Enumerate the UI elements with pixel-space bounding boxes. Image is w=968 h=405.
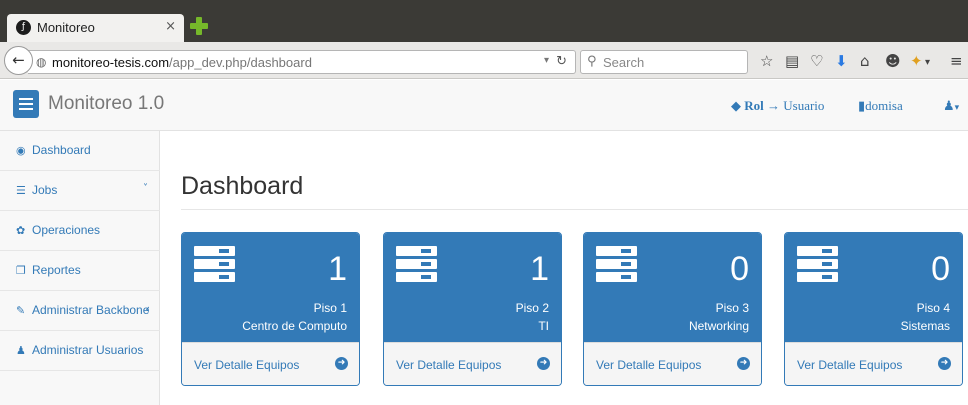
download-icon[interactable]: ⬇ <box>835 52 848 70</box>
back-arrow-icon: ← <box>12 51 25 69</box>
panel-heading: 1 Piso 2 TI <box>384 233 561 342</box>
history-dropdown-icon[interactable]: ▾ <box>544 55 549 66</box>
reading-list-icon[interactable]: ▤ <box>785 52 799 70</box>
tag-icon: ◆ <box>731 98 741 113</box>
chat-icon[interactable]: ☻ <box>885 52 901 70</box>
panel-heading: 0 Piso 4 Sistemas <box>785 233 962 342</box>
floor-label: Piso 2 <box>515 301 549 315</box>
panel-footer-link[interactable]: Ver Detalle Equipos ➜ <box>182 342 359 385</box>
floor-panel: 0 Piso 3 Networking Ver Detalle Equipos … <box>583 232 762 386</box>
symfony-favicon-icon: ƒ <box>16 20 31 35</box>
tab-title: Monitoreo <box>37 20 95 35</box>
extension-dropdown-icon[interactable]: ▾ <box>925 54 930 72</box>
view-details-link[interactable]: Ver Detalle Equipos <box>596 358 701 372</box>
area-label: Networking <box>688 319 749 333</box>
sidebar: ◉ Dashboard ☰ Jobs ˅ ✿ Operaciones ❐ Rep… <box>0 131 160 405</box>
wrench-icon: ✎ <box>16 304 26 317</box>
gear-icon: ✿ <box>16 224 26 237</box>
sidebar-item-dashboard[interactable]: ◉ Dashboard <box>0 131 160 171</box>
username: domisa <box>865 98 903 113</box>
user-icon: ♟ <box>16 344 26 357</box>
floor-panel: 1 Piso 1 Centro de Computo Ver Detalle E… <box>181 232 360 386</box>
chevron-left-icon: ‹ <box>145 302 150 316</box>
panel-heading: 0 Piso 3 Networking <box>584 233 761 342</box>
url-path: /app_dev.php/dashboard <box>169 55 312 70</box>
hamburger-line <box>19 103 33 105</box>
page-title: Dashboard <box>181 172 304 200</box>
search-placeholder: Search <box>603 55 645 70</box>
floor-panel: 0 Piso 4 Sistemas Ver Detalle Equipos ➜ <box>784 232 963 386</box>
user-menu-dropdown[interactable]: ♟▾ <box>943 98 959 114</box>
browser-menu-icon[interactable]: ≡ <box>950 52 963 70</box>
arrow-icon: → <box>767 98 780 113</box>
floor-panel: 1 Piso 2 TI Ver Detalle Equipos ➜ <box>383 232 562 386</box>
role-value: Usuario <box>783 98 825 113</box>
panel-footer-link[interactable]: Ver Detalle Equipos ➜ <box>785 342 962 385</box>
view-details-link[interactable]: Ver Detalle Equipos <box>396 358 501 372</box>
chevron-down-icon: ˅ <box>143 183 148 194</box>
url-host: monitoreo-tesis.com <box>52 55 170 70</box>
pocket-icon[interactable]: ♡ <box>810 52 823 70</box>
tab-close-icon[interactable]: × <box>165 19 176 34</box>
home-icon[interactable]: ⌂ <box>860 52 870 70</box>
search-icon: ⚲ <box>587 54 597 69</box>
user-icon: ♟ <box>943 98 955 113</box>
sidebar-item-label: Administrar Usuarios <box>32 343 144 357</box>
sidebar-item-reportes[interactable]: ❐ Reportes <box>0 251 160 291</box>
new-tab-plus-icon[interactable] <box>189 16 209 36</box>
floor-label: Piso 1 <box>313 301 347 315</box>
panel-heading: 1 Piso 1 Centro de Computo <box>182 233 359 342</box>
address-bar[interactable]: ◍ monitoreo-tesis.com/app_dev.php/dashbo… <box>28 50 576 74</box>
app-header: Monitoreo 1.0 ◆ Rol → Usuario ▮domisa ♟▾ <box>0 80 968 131</box>
sidebar-item-operaciones[interactable]: ✿ Operaciones <box>0 211 160 251</box>
bookmark-star-icon[interactable]: ☆ <box>760 52 773 70</box>
caret-down-icon: ▾ <box>954 102 960 112</box>
back-button[interactable]: ← <box>4 46 33 75</box>
list-icon: ☰ <box>16 184 26 197</box>
dashboard-icon: ◉ <box>16 144 26 157</box>
floor-label: Piso 4 <box>916 301 950 315</box>
sidebar-item-label: Reportes <box>32 263 81 277</box>
reload-icon[interactable]: ↻ <box>556 54 567 69</box>
arrow-circle-right-icon[interactable]: ➜ <box>537 357 550 370</box>
browser-search-field[interactable]: ⚲ Search <box>580 50 748 74</box>
arrow-circle-right-icon[interactable]: ➜ <box>737 357 750 370</box>
globe-icon: ◍ <box>36 55 47 69</box>
arrow-circle-right-icon[interactable]: ➜ <box>335 357 348 370</box>
arrow-circle-right-icon[interactable]: ➜ <box>938 357 951 370</box>
sidebar-item-label: Jobs <box>32 183 58 197</box>
role-label: Rol <box>744 98 764 113</box>
area-label: TI <box>538 319 549 333</box>
area-label: Centro de Computo <box>242 319 347 333</box>
sidebar-item-label: Administrar Backbone <box>32 303 150 317</box>
panel-footer-link[interactable]: Ver Detalle Equipos ➜ <box>384 342 561 385</box>
sidebar-item-label: Dashboard <box>32 143 91 157</box>
device-count: 0 <box>730 250 749 288</box>
url-text[interactable]: monitoreo-tesis.com/app_dev.php/dashboar… <box>52 55 312 70</box>
extension-icon[interactable]: ✦ <box>910 52 923 70</box>
copy-icon: ❐ <box>16 264 26 277</box>
device-count: 1 <box>530 250 549 288</box>
sidebar-item-administrar-usuarios[interactable]: ♟ Administrar Usuarios <box>0 331 160 371</box>
hamburger-line <box>19 108 33 110</box>
user-link[interactable]: ▮domisa <box>858 98 903 114</box>
panel-footer-link[interactable]: Ver Detalle Equipos ➜ <box>584 342 761 385</box>
view-details-link[interactable]: Ver Detalle Equipos <box>797 358 902 372</box>
area-label: Sistemas <box>900 319 950 333</box>
device-count: 1 <box>328 250 347 288</box>
sidebar-item-jobs[interactable]: ☰ Jobs ˅ <box>0 171 160 211</box>
sidebar-toggle-button[interactable] <box>13 90 39 118</box>
device-count: 0 <box>931 250 950 288</box>
floor-label: Piso 3 <box>715 301 749 315</box>
browser-tab[interactable]: ƒ Monitoreo × <box>7 14 184 42</box>
view-details-link[interactable]: Ver Detalle Equipos <box>194 358 299 372</box>
sidebar-item-administrar-backbone[interactable]: ✎ Administrar Backbone ‹ <box>0 291 160 331</box>
title-divider <box>181 209 968 210</box>
browser-navbar: ◍ monitoreo-tesis.com/app_dev.php/dashbo… <box>0 42 968 79</box>
role-link[interactable]: ◆ Rol → Usuario <box>731 98 824 114</box>
browser-tab-strip: ƒ Monitoreo × <box>0 0 968 42</box>
sidebar-item-label: Operaciones <box>32 223 101 237</box>
hamburger-line <box>19 98 33 100</box>
app-brand[interactable]: Monitoreo 1.0 <box>48 93 164 115</box>
